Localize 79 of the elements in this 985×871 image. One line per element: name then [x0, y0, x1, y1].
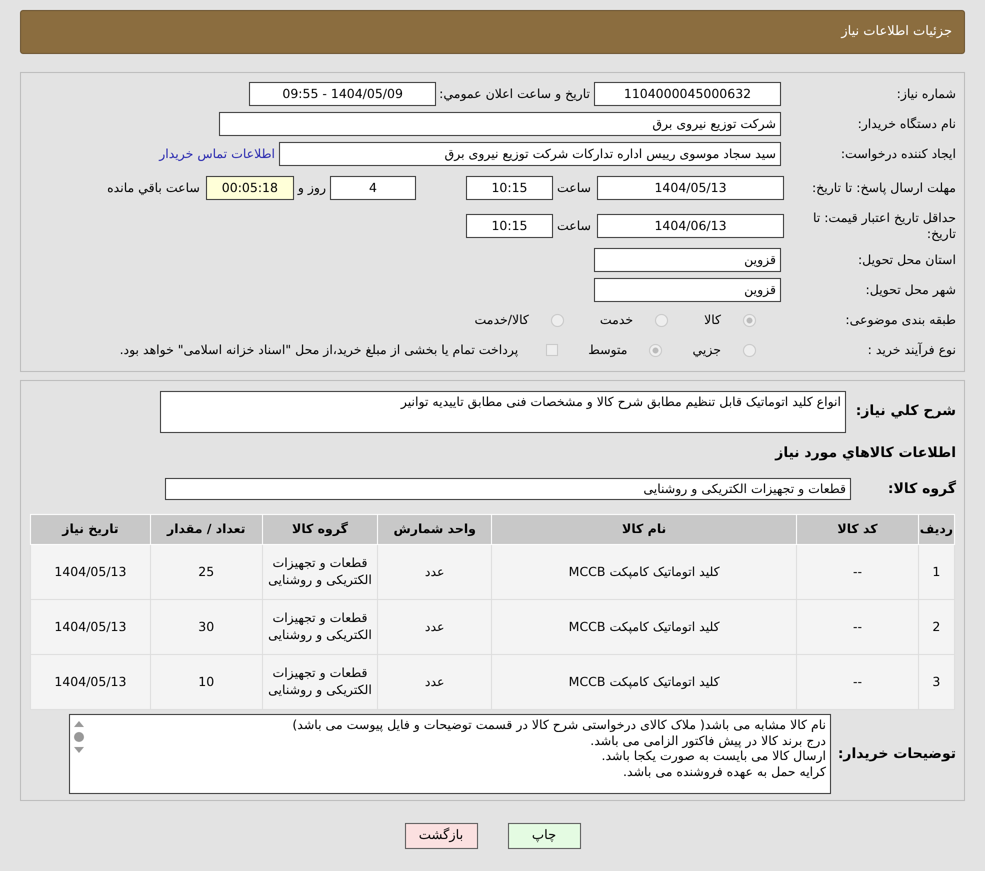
column-header: گروه کالا [262, 514, 378, 544]
table-cell: عدد [378, 654, 492, 710]
input-field[interactable]: شرکت توزیع نیروی برق [219, 112, 781, 136]
radio-button[interactable] [550, 314, 564, 326]
field-label: مهلت ارسال پاسخ: تا تاریخ: [810, 180, 956, 196]
column-header: ردیف [918, 514, 954, 544]
field-label: شهر محل تحویل: [864, 282, 956, 298]
table-cell: 1404/05/13 [30, 600, 150, 654]
input-field[interactable]: 1404/05/09 - 09:55 [249, 82, 436, 106]
checkbox[interactable] [546, 344, 558, 356]
input-field[interactable]: قزوین [594, 248, 781, 272]
column-header: واحد شمارش [378, 514, 492, 544]
table-cell: قطعات و تجهیزات الکتریکی و روشنایی [262, 654, 378, 710]
back-button[interactable]: بازگشت [404, 823, 478, 848]
field-label: گروه کالا: [886, 479, 956, 498]
table-cell: 3 [918, 654, 954, 710]
field-label: نام دستگاه خریدار: [856, 116, 956, 132]
table-cell: کلید اتوماتیک کامپکت MCCB [492, 544, 797, 600]
field-label: روز و [298, 178, 326, 197]
field-label: شرح کلي نیاز: [854, 402, 956, 421]
table-cell: -- [796, 544, 918, 600]
input-field[interactable]: 10:15 [466, 176, 553, 200]
field-label: ساعت [556, 216, 591, 235]
table-cell: عدد [378, 600, 492, 654]
radio-label: کالا/خدمت [474, 310, 529, 329]
table-cell: 1 [918, 544, 954, 600]
table-cell: کلید اتوماتیک کامپکت MCCB [492, 654, 797, 710]
table-cell: 1404/05/13 [30, 544, 150, 600]
print-button[interactable]: چاپ [508, 823, 580, 848]
radio-label: خدمت [600, 310, 634, 329]
input-field[interactable]: 1404/06/13 [597, 214, 784, 238]
field-label: استان محل تحویل: [856, 252, 956, 268]
radio-button[interactable] [649, 344, 662, 356]
scroll-up-icon[interactable] [73, 719, 85, 729]
scroll-down-icon[interactable] [73, 745, 85, 755]
field-label: ساعت باقي مانده [107, 178, 200, 197]
table-cell: قطعات و تجهیزات الکتریکی و روشنایی [262, 600, 378, 654]
contact-link[interactable]: اطلاعات تماس خریدار [159, 144, 275, 164]
input-field[interactable]: سید سجاد موسوی رییس اداره تدارکات شرکت توزیع نیروی برق [279, 142, 781, 166]
table-cell: 25 [150, 544, 262, 600]
radio-label: کالا [704, 310, 721, 329]
column-header: نام کالا [492, 514, 797, 544]
countdown-field: 00:05:18 [206, 176, 294, 200]
field-label: طبقه بندی موضوعی: [844, 312, 956, 328]
column-header: تعداد / مقدار [150, 514, 262, 544]
radio-button[interactable] [743, 314, 756, 326]
column-header: کد کالا [796, 514, 918, 544]
column-header: تاریخ نیاز [30, 514, 150, 544]
radio-label: جزيي [692, 340, 721, 359]
field-label: پرداخت تمام یا بخشی از مبلغ خرید،از محل "اسناد خزانه اسلامی" خواهد بود. [120, 340, 518, 359]
input-field[interactable]: 1404/05/13 [597, 176, 784, 200]
table-cell: کلید اتوماتیک کامپکت MCCB [492, 600, 797, 654]
input-field[interactable]: قطعات و تجهیزات الکتریکی و روشنایی [165, 478, 851, 500]
input-field[interactable]: قزوین [594, 278, 781, 302]
field-label: نوع فرآیند خرید : [866, 342, 956, 358]
field-label: توضیحات خریدار: [836, 744, 956, 764]
table-cell: 30 [150, 600, 262, 654]
table-cell: 10 [150, 654, 262, 710]
table-cell: 2 [918, 600, 954, 654]
table-cell: -- [796, 654, 918, 710]
scroll-thumb-icon[interactable] [73, 732, 85, 742]
table-cell: عدد [378, 544, 492, 600]
radio-button[interactable] [743, 344, 756, 356]
field-label: تاریخ و ساعت اعلان عمومي: [439, 84, 590, 103]
section-heading: اطلاعات کالاهاي مورد نیاز [774, 444, 956, 463]
field-label: ساعت [556, 178, 591, 197]
input-field[interactable]: 10:15 [466, 214, 553, 238]
table-cell: 1404/05/13 [30, 654, 150, 710]
table-cell: -- [796, 600, 918, 654]
page-title: جزئیات اطلاعات نیاز [841, 23, 952, 42]
radio-label: متوسط [588, 340, 628, 359]
table-cell: قطعات و تجهیزات الکتریکی و روشنایی [262, 544, 378, 600]
field-label: حداقل تاریخ اعتبار قیمت: تا تاریخ: [812, 210, 956, 242]
radio-button[interactable] [655, 314, 668, 326]
description-box[interactable]: انواع کلید اتوماتیک قابل تنظیم مطابق شرح کالا و مشخصات فنی مطابق تاییدیه توانیر [160, 391, 846, 433]
input-field[interactable]: 1104000045000632 [594, 82, 781, 106]
input-field[interactable]: 4 [330, 176, 416, 200]
field-label: ایجاد کننده درخواست: [840, 146, 956, 162]
field-label: شماره نیاز: [896, 86, 956, 102]
